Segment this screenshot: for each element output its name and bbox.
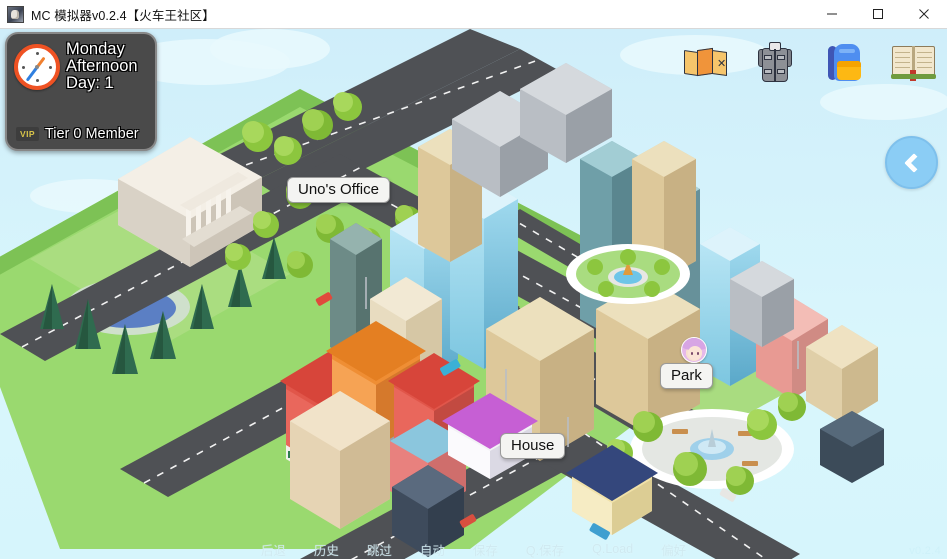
menu-auto[interactable]: 自动: [420, 540, 445, 559]
day-of-week: Monday: [66, 40, 125, 58]
menu-preferences[interactable]: 偏好: [661, 540, 686, 559]
bottom-menu-bar: 后退 历史 跳过 自动 保存 Q.保存 Q.Load 偏好: [0, 539, 947, 559]
location-label-unos-office[interactable]: Uno's Office: [287, 177, 390, 203]
minimize-button[interactable]: [809, 0, 855, 29]
close-icon: [919, 9, 929, 19]
membership-row: VIP Tier 0 Member: [14, 126, 148, 142]
menu-history[interactable]: 历史: [314, 540, 339, 559]
wardrobe-button[interactable]: [751, 37, 799, 89]
title-bar: MC 模拟器v0.2.4【火车王社区】: [0, 0, 947, 29]
date-time-block: Monday Afternoon Day: 1: [66, 40, 138, 91]
city-map-scene[interactable]: Monday Afternoon Day: 1 VIP Tier 0 Membe…: [0, 29, 947, 559]
location-label-park[interactable]: Park: [660, 363, 713, 389]
vip-badge: VIP: [16, 127, 39, 141]
day-counter: Day: 1: [66, 73, 114, 92]
menu-quick-load[interactable]: Q.Load: [592, 542, 633, 556]
chevron-left-icon: [904, 152, 924, 173]
app-window: MC 模拟器v0.2.4【火车王社区】 Monday Afternoon Day…: [0, 0, 947, 559]
journal-button[interactable]: [889, 37, 937, 89]
menu-skip[interactable]: 跳过: [367, 540, 392, 559]
map-button[interactable]: ✕: [682, 37, 730, 89]
location-label-house[interactable]: House: [500, 433, 566, 459]
minimize-icon: [827, 13, 837, 15]
map-icon: ✕: [684, 47, 728, 78]
status-panel: Monday Afternoon Day: 1 VIP Tier 0 Membe…: [5, 32, 157, 151]
membership-tier: Tier 0 Member: [44, 126, 139, 142]
status-top-row: Monday Afternoon Day: 1: [14, 40, 148, 91]
menu-save[interactable]: 保存: [473, 540, 498, 559]
clock-icon: [14, 44, 60, 90]
window-title: MC 模拟器v0.2.4【火车王社区】: [31, 8, 215, 23]
app-icon: [7, 5, 24, 23]
roundabout-plaza: [566, 244, 690, 304]
close-button[interactable]: [901, 0, 947, 29]
jacket-icon: [758, 42, 792, 84]
time-of-day: Afternoon: [66, 56, 138, 75]
menu-quick-save[interactable]: Q.保存: [526, 540, 564, 559]
menu-back[interactable]: 后退: [261, 540, 286, 559]
backpack-icon: [828, 42, 861, 84]
character-avatar[interactable]: [681, 337, 707, 363]
back-button[interactable]: [885, 136, 938, 189]
maximize-icon: [873, 9, 883, 19]
book-icon: [891, 46, 936, 81]
inventory-button[interactable]: [820, 37, 868, 89]
top-toolbar: ✕: [682, 37, 937, 89]
maximize-button[interactable]: [855, 0, 901, 29]
